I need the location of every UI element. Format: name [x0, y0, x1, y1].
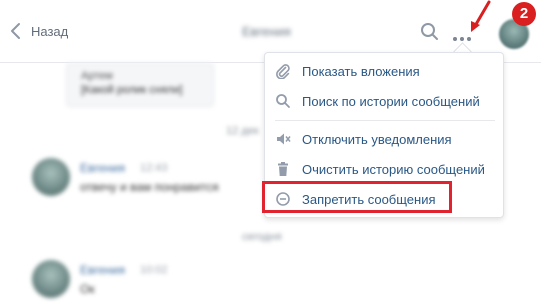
message-text: отвечу и вам понравится — [80, 180, 219, 194]
annotation-highlight-box — [262, 181, 452, 213]
menu-divider — [275, 120, 495, 121]
back-label: Назад — [31, 23, 69, 39]
annotation-arrow — [471, 0, 491, 32]
chat-title: Евгения — [242, 24, 291, 39]
menu-item-search-history[interactable]: Поиск по истории сообщений — [265, 88, 503, 114]
menu-item-show-attachments[interactable]: Показать вложения — [265, 58, 503, 84]
date-separator: сегодня — [242, 231, 282, 243]
search-icon — [276, 94, 290, 108]
mute-icon — [277, 133, 291, 145]
message-time: 12:43 — [140, 162, 168, 174]
menu-item-label: Поиск по истории сообщений — [302, 94, 480, 109]
menu-item-label: Отключить уведомления — [302, 132, 452, 147]
message-time: 10:02 — [140, 264, 168, 276]
message-bubble: Артем [Какой ролик сняли] — [66, 63, 214, 107]
menu-item-label: Очистить историю сообщений — [302, 162, 485, 177]
search-icon[interactable] — [420, 22, 440, 42]
avatar[interactable] — [32, 158, 70, 196]
bubble-text: [Какой ролик сняли] — [81, 84, 183, 96]
avatar[interactable] — [32, 260, 70, 298]
menu-item-clear-history[interactable]: Очистить историю сообщений — [265, 156, 503, 182]
menu-item-mute-notifications[interactable]: Отключить уведомления — [265, 126, 503, 152]
message-author[interactable]: Евгения — [80, 161, 125, 175]
trash-icon — [278, 162, 288, 176]
menu-item-label: Показать вложения — [302, 64, 420, 79]
message-text: Ок — [80, 282, 95, 296]
bubble-author: Артем — [81, 70, 113, 82]
paperclip-icon — [276, 64, 290, 79]
date-separator: 12 дек — [226, 125, 259, 137]
annotation-badge: 2 — [512, 2, 536, 26]
message-author[interactable]: Евгения — [80, 263, 125, 277]
back-button[interactable]: Назад — [10, 22, 68, 40]
chevron-left-icon — [11, 23, 20, 39]
